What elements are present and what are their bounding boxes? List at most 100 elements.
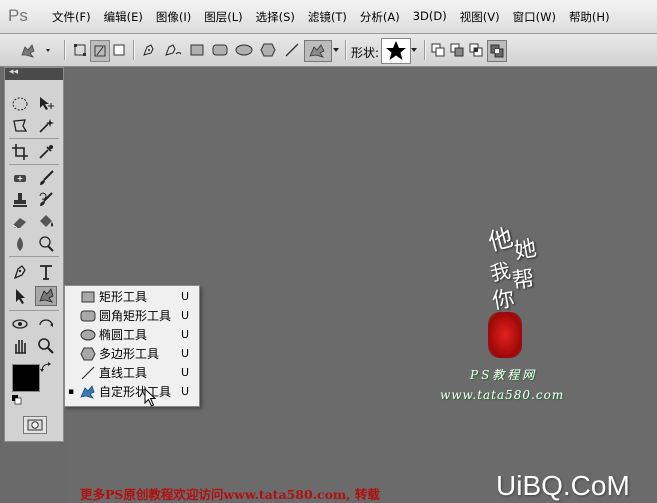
tools-panel-header[interactable]: ◂◂ (5, 67, 63, 80)
zoom-tool-icon[interactable] (35, 336, 57, 356)
flyout-item-line[interactable]: 直线工具 U (65, 363, 199, 382)
flyout-item-rounded-rectangle[interactable]: 圆角矩形工具 U (65, 306, 199, 325)
eyedropper-icon[interactable] (35, 142, 57, 162)
lasso-tool-icon[interactable] (9, 116, 31, 136)
rounded-rectangle-icon (77, 309, 99, 323)
crop-tool-icon[interactable] (9, 142, 31, 162)
menu-layer[interactable]: 图层(L) (204, 9, 242, 25)
shape-label: 形状: (351, 46, 380, 60)
calligraphy-char: 帮 (510, 266, 536, 295)
rectangle-icon (77, 290, 99, 304)
shape-tool-flyout: 矩形工具 U 圆角矩形工具 U 椭圆工具 U 多边形工具 U 直线工具 U ▪ … (64, 285, 200, 407)
exclude-shapes-icon[interactable] (487, 40, 507, 62)
shape-picker[interactable] (381, 38, 411, 64)
flyout-item-label: 椭圆工具 (99, 328, 148, 342)
menu-3d[interactable]: 3D(D) (413, 9, 447, 25)
shape-layers-mode-icon[interactable] (72, 40, 88, 60)
flyout-item-label: 多边形工具 (99, 347, 160, 361)
foreground-color-swatch[interactable] (12, 364, 40, 392)
flyout-item-shortcut: U (181, 385, 190, 398)
polygon-icon (77, 347, 99, 361)
flyout-item-custom-shape[interactable]: ▪ 自定形状工具 U (65, 382, 199, 401)
mouse-cursor-icon (144, 388, 157, 407)
menu-filter[interactable]: 滤镜(T) (308, 9, 347, 25)
quick-mask-icon[interactable] (23, 416, 47, 434)
flyout-item-shortcut: U (181, 309, 190, 322)
menu-help[interactable]: 帮助(H) (569, 9, 610, 25)
brand-watermark: UiBQ.CoM (496, 470, 630, 501)
chevron-down-icon[interactable] (409, 40, 419, 60)
3d-orbit-icon[interactable] (35, 314, 57, 334)
flyout-item-shortcut: U (181, 347, 190, 360)
site-name-watermark: PS教程网 (470, 368, 538, 382)
flyout-item-label: 自定形状工具 (99, 385, 172, 399)
footer-watermark: 更多PS原创教程欢迎访问www.tata580.com, 转载 (80, 487, 380, 502)
swap-colors-icon[interactable] (39, 360, 53, 374)
intersect-shapes-icon[interactable] (468, 40, 484, 60)
paint-bucket-icon[interactable] (35, 212, 57, 232)
menu-bar: Ps 文件(F) 编辑(E) 图像(I) 图层(L) 选择(S) 滤镜(T) 分… (0, 0, 657, 34)
menu-select[interactable]: 选择(S) (256, 9, 295, 25)
marquee-tool-icon[interactable] (9, 94, 31, 114)
flyout-item-label: 直线工具 (99, 366, 148, 380)
menu-window[interactable]: 窗口(W) (513, 9, 556, 25)
menu-file[interactable]: 文件(F) (52, 9, 91, 25)
tool-preset-picker[interactable] (14, 40, 58, 60)
fill-pixels-mode-icon[interactable] (111, 40, 127, 60)
chevron-down-icon[interactable] (331, 40, 341, 60)
flyout-item-ellipse[interactable]: 椭圆工具 U (65, 325, 199, 344)
blur-tool-icon[interactable] (9, 234, 31, 254)
menu-items: 文件(F) 编辑(E) 图像(I) 图层(L) 选择(S) 滤镜(T) 分析(A… (52, 9, 623, 25)
history-brush-icon[interactable] (35, 190, 57, 210)
collapse-icon[interactable]: ◂◂ (9, 67, 18, 77)
star-icon (386, 41, 406, 60)
path-selection-icon[interactable] (9, 286, 31, 306)
custom-shape-tool-button[interactable] (304, 40, 332, 62)
line-icon (77, 366, 99, 380)
ellipse-icon (77, 328, 99, 342)
brush-tool-icon[interactable] (35, 168, 57, 188)
flyout-item-polygon[interactable]: 多边形工具 U (65, 344, 199, 363)
custom-shape-icon (21, 44, 50, 58)
rounded-rectangle-icon[interactable] (210, 40, 230, 60)
red-seal-stamp (488, 312, 522, 358)
flyout-item-shortcut: U (181, 328, 190, 341)
custom-shape-icon (77, 384, 99, 400)
move-tool-icon[interactable] (35, 94, 57, 114)
options-bar: 形状: (0, 34, 657, 67)
site-url-watermark: www.tata580.com (440, 388, 565, 402)
flyout-item-rectangle[interactable]: 矩形工具 U (65, 287, 199, 306)
polygon-icon[interactable] (258, 40, 278, 60)
menu-edit[interactable]: 编辑(E) (104, 9, 143, 25)
ellipse-icon[interactable] (233, 40, 255, 60)
rectangle-icon[interactable] (188, 40, 206, 60)
custom-shape-icon (309, 44, 325, 58)
3d-rotate-icon[interactable] (9, 314, 31, 334)
app-logo: Ps (8, 6, 28, 25)
combine-shapes-icon[interactable] (430, 40, 446, 60)
menu-image[interactable]: 图像(I) (156, 9, 191, 25)
selected-bullet-icon: ▪ (67, 386, 75, 397)
menu-analysis[interactable]: 分析(A) (360, 9, 400, 25)
hand-tool-icon[interactable] (9, 336, 31, 356)
clone-stamp-icon[interactable] (9, 190, 31, 210)
custom-shape-tool-icon[interactable] (35, 286, 57, 306)
pen-tool-icon[interactable] (9, 262, 31, 282)
eraser-icon[interactable] (9, 212, 31, 232)
pen-icon[interactable] (140, 40, 158, 60)
type-tool-icon[interactable] (35, 262, 57, 282)
flyout-item-label: 矩形工具 (99, 290, 148, 304)
magic-wand-icon[interactable] (35, 116, 57, 136)
line-icon[interactable] (282, 40, 302, 60)
menu-view[interactable]: 视图(V) (460, 9, 500, 25)
paths-mode-icon[interactable] (90, 40, 110, 62)
flyout-item-shortcut: U (181, 366, 190, 379)
flyout-item-label: 圆角矩形工具 (99, 309, 172, 323)
default-colors-icon[interactable] (11, 394, 23, 406)
dodge-tool-icon[interactable] (35, 234, 57, 254)
tools-panel: ◂◂ (4, 67, 64, 442)
subtract-shapes-icon[interactable] (449, 40, 465, 60)
freeform-pen-icon[interactable] (162, 40, 184, 60)
flyout-item-shortcut: U (181, 290, 190, 303)
healing-brush-icon[interactable] (9, 168, 31, 188)
